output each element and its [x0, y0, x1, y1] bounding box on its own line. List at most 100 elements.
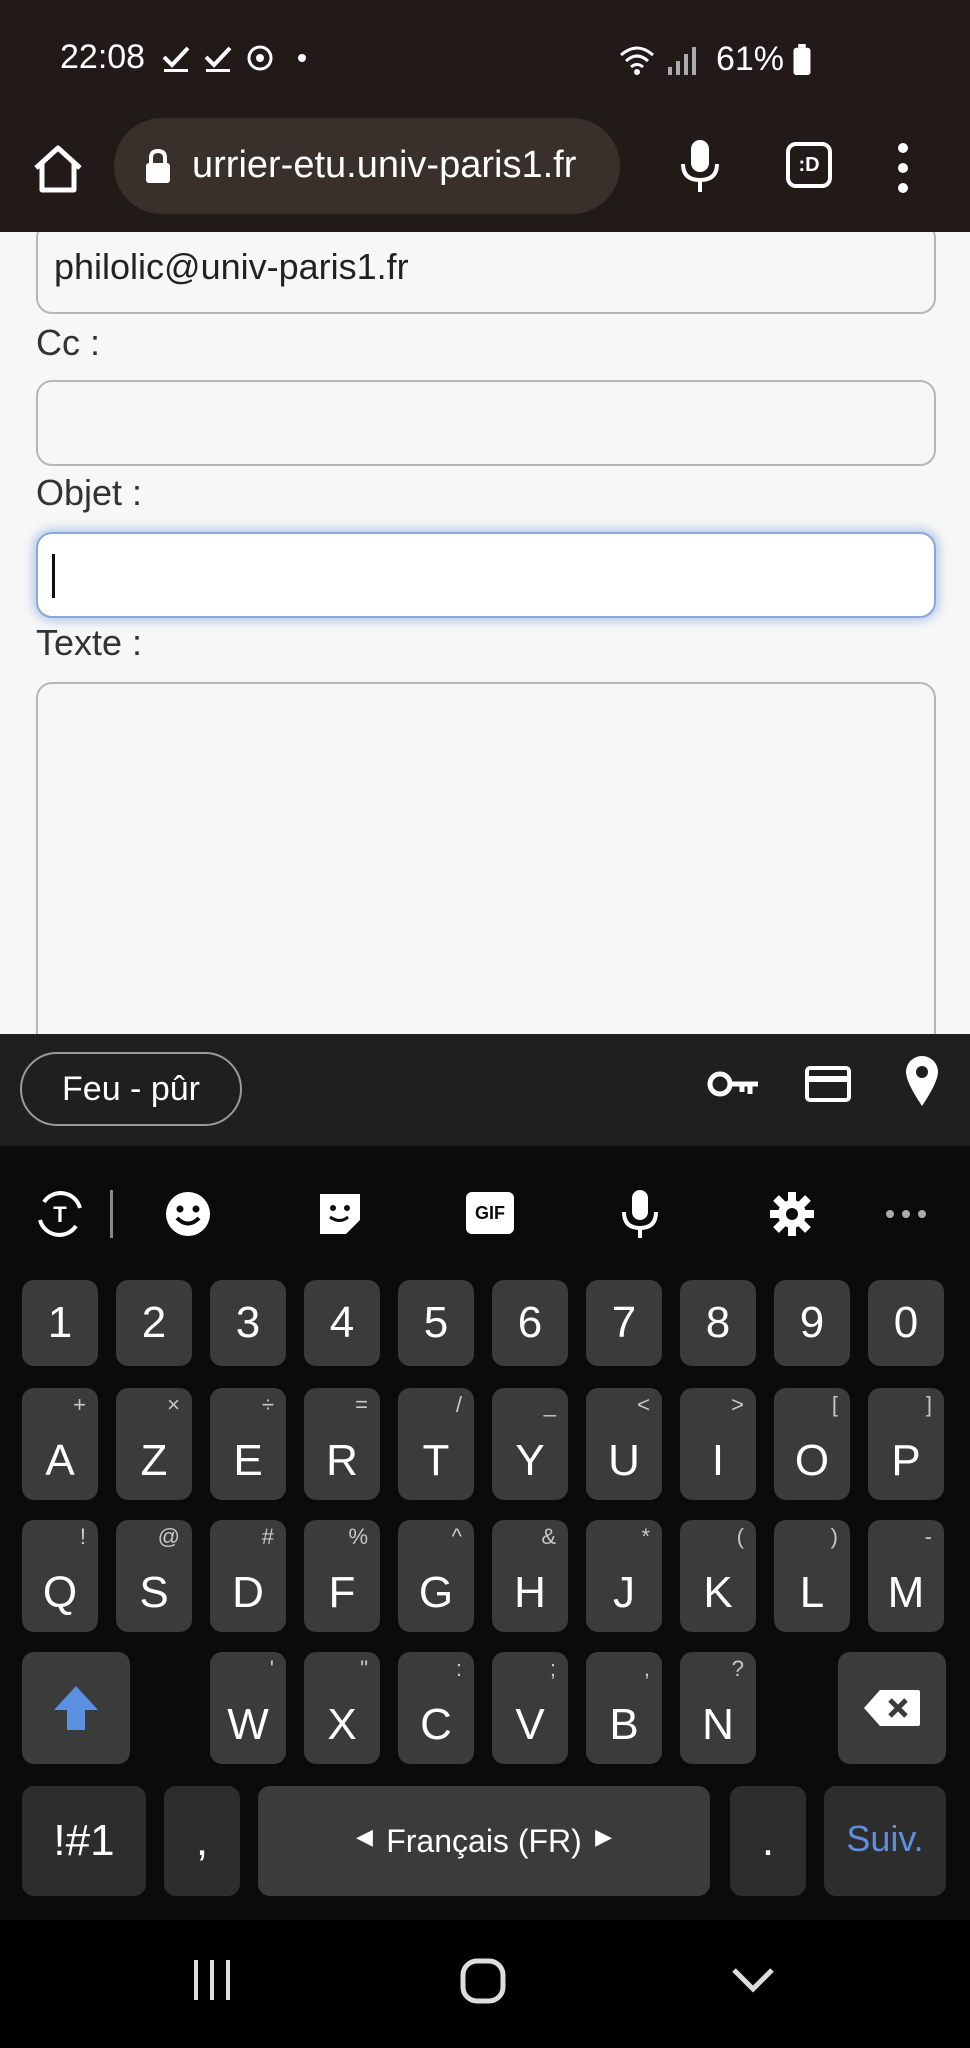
key-secondary-label: ?	[731, 1656, 744, 1681]
key-d[interactable]: # D	[210, 1520, 286, 1632]
backspace-icon	[864, 1690, 920, 1726]
key-label: M	[887, 1568, 925, 1617]
key-label: A	[45, 1436, 75, 1485]
key-v[interactable]: ; V	[492, 1652, 568, 1764]
key-label: H	[514, 1568, 546, 1617]
key-secondary-label: %	[348, 1524, 368, 1549]
shift-key[interactable]	[22, 1652, 130, 1764]
key-label: K	[703, 1568, 733, 1617]
voice-input-icon[interactable]	[614, 1188, 666, 1240]
key-j[interactable]: * J	[586, 1520, 662, 1632]
hide-keyboard-icon[interactable]	[730, 1956, 776, 2006]
emoji-icon[interactable]	[162, 1188, 214, 1240]
voice-search-icon[interactable]	[676, 138, 724, 194]
key-s[interactable]: @ S	[116, 1520, 192, 1632]
key-1[interactable]: 1	[22, 1280, 98, 1366]
key-8[interactable]: 8	[680, 1280, 756, 1366]
key-l[interactable]: ) L	[774, 1520, 850, 1632]
key-g[interactable]: ^ G	[398, 1520, 474, 1632]
backspace-key[interactable]	[838, 1652, 946, 1764]
autofill-bar: Feu - pûr	[0, 1034, 970, 1146]
key-label: E	[233, 1436, 263, 1485]
next-action-key[interactable]: Suiv.	[824, 1786, 946, 1896]
key-m[interactable]: -M	[868, 1520, 944, 1632]
key-p[interactable]: ] P	[868, 1388, 944, 1500]
key-6[interactable]: 6	[492, 1280, 568, 1366]
key-label: R	[326, 1436, 358, 1485]
symbols-key[interactable]: !#1	[22, 1786, 146, 1896]
key-y[interactable]: _ Y	[492, 1388, 568, 1500]
key-q[interactable]: ! Q	[22, 1520, 98, 1632]
to-field[interactable]: philolic@univ-paris1.fr	[36, 232, 936, 314]
key-i[interactable]: > I	[680, 1388, 756, 1500]
card-icon[interactable]	[804, 1064, 852, 1104]
key-label: 7	[611, 1298, 637, 1347]
key-7[interactable]: 7	[586, 1280, 662, 1366]
key-label: ,	[195, 1816, 209, 1865]
key-label: W	[227, 1700, 269, 1749]
key-label: J	[613, 1568, 635, 1617]
text-label: Texte :	[36, 622, 143, 663]
message-body-field[interactable]	[36, 682, 936, 1034]
location-icon[interactable]	[904, 1054, 940, 1108]
key-f[interactable]: % F	[304, 1520, 380, 1632]
key-4[interactable]: 4	[304, 1280, 380, 1366]
key-c[interactable]: :C	[398, 1652, 474, 1764]
key-k[interactable]: (K	[680, 1520, 756, 1632]
translate-icon[interactable]: T	[34, 1188, 86, 1240]
more-options-icon[interactable]	[880, 1188, 932, 1240]
key-label: U	[608, 1436, 640, 1485]
autofill-suggestion-chip[interactable]: Feu - pûr	[20, 1052, 242, 1126]
key-label: 5	[423, 1298, 449, 1347]
sticker-icon[interactable]	[314, 1188, 366, 1240]
key-x[interactable]: " X	[304, 1652, 380, 1764]
key-label: S	[139, 1568, 169, 1617]
home-nav-icon[interactable]	[458, 1956, 508, 2006]
comma-key[interactable]: ,	[164, 1786, 240, 1896]
battery-percent: 61%	[715, 40, 784, 78]
key-secondary-label: /	[455, 1392, 462, 1417]
url-bar[interactable]: urrier-etu.univ-paris1.fr	[114, 118, 620, 214]
key-label: 9	[799, 1298, 825, 1347]
cc-field[interactable]	[36, 380, 936, 466]
key-2[interactable]: 2	[116, 1280, 192, 1366]
settings-gear-icon[interactable]	[766, 1188, 818, 1240]
key-5[interactable]: 5	[398, 1280, 474, 1366]
key-label: L	[799, 1568, 825, 1617]
key-9[interactable]: 9	[774, 1280, 850, 1366]
more-menu-icon[interactable]	[888, 140, 918, 196]
key-a[interactable]: + A	[22, 1388, 98, 1500]
battery-icon	[793, 43, 811, 75]
key-label: 0	[893, 1298, 919, 1347]
key-e[interactable]: ÷ E	[210, 1388, 286, 1500]
signal-icon	[667, 46, 696, 75]
subject-field[interactable]	[36, 532, 936, 618]
key-label: 1	[47, 1298, 73, 1347]
key-3[interactable]: 3	[210, 1280, 286, 1366]
key-n[interactable]: ? N	[680, 1652, 756, 1764]
key-secondary-label: ^	[451, 1524, 462, 1549]
key-secondary-label: +	[73, 1392, 86, 1417]
key-r[interactable]: = R	[304, 1388, 380, 1500]
toolbar-separator	[110, 1190, 113, 1238]
recents-icon[interactable]	[190, 1956, 234, 2006]
space-key[interactable]: ◀ Français (FR) ▶	[258, 1786, 710, 1896]
key-secondary-label: ]	[925, 1392, 932, 1417]
key-t[interactable]: / T	[398, 1388, 474, 1500]
key-label: Suiv.	[846, 1818, 924, 1859]
gif-icon[interactable]: GIF	[466, 1192, 514, 1234]
key-z[interactable]: × Z	[116, 1388, 192, 1500]
key-label: Y	[515, 1436, 545, 1485]
key-label: X	[327, 1700, 357, 1749]
period-key[interactable]: .	[730, 1786, 806, 1896]
key-u[interactable]: < U	[586, 1388, 662, 1500]
url-text: urrier-etu.univ-paris1.fr	[192, 144, 577, 186]
key-h[interactable]: & H	[492, 1520, 568, 1632]
key-icon[interactable]	[706, 1064, 762, 1104]
home-icon[interactable]	[30, 140, 86, 196]
extension-button[interactable]: :D	[786, 142, 832, 188]
key-o[interactable]: [O	[774, 1388, 850, 1500]
key-0[interactable]: 0	[868, 1280, 944, 1366]
key-b[interactable]: ,B	[586, 1652, 662, 1764]
key-w[interactable]: ' W	[210, 1652, 286, 1764]
